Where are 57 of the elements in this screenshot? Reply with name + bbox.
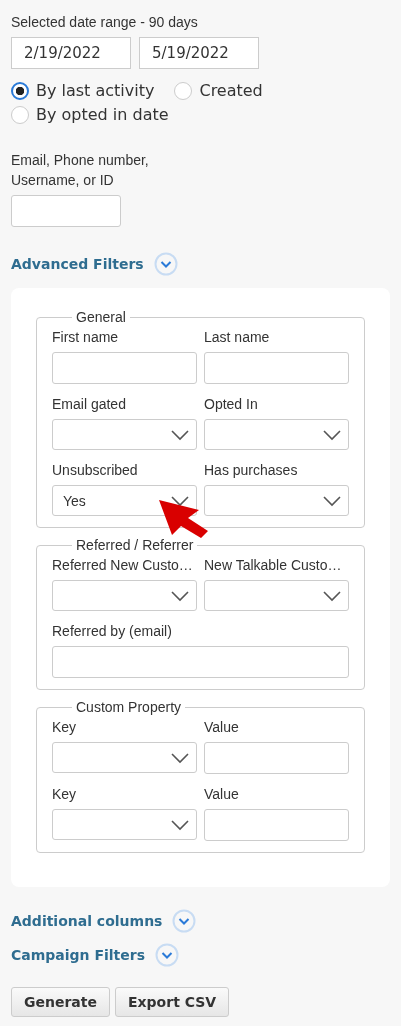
field-label: Referred New Custo… — [52, 556, 194, 575]
group-legend: Custom Property — [72, 698, 186, 716]
dropdown[interactable]: Yes — [52, 485, 197, 516]
text-field[interactable] — [204, 352, 349, 384]
text-field[interactable] — [204, 809, 349, 841]
dropdown[interactable] — [52, 742, 197, 773]
field-label: Value — [204, 718, 240, 737]
field-label: New Talkable Custo… — [204, 556, 343, 575]
action-button[interactable]: Export CSV — [115, 987, 230, 1017]
action-button[interactable]: Generate — [11, 987, 110, 1017]
caret-icon — [322, 429, 342, 441]
radio-icon[interactable] — [11, 106, 29, 124]
dropdown[interactable] — [52, 580, 197, 611]
group-legend: Referred / Referrer — [72, 536, 198, 554]
search-label: Email, Phone number, Username, or ID — [11, 151, 150, 190]
text-field[interactable] — [204, 742, 349, 774]
field-label: Has purchases — [204, 461, 299, 480]
caret-icon — [322, 590, 342, 602]
radio-option[interactable]: Created — [174, 80, 263, 102]
dropdown[interactable] — [204, 419, 349, 450]
field-label: First name — [52, 328, 120, 347]
search-field[interactable] — [11, 195, 121, 227]
field-label: Value — [204, 785, 240, 804]
caret-icon — [170, 819, 190, 831]
caret-icon — [170, 495, 190, 507]
dropdown[interactable] — [204, 580, 349, 611]
radio-option[interactable]: By opted in date — [11, 104, 169, 126]
dropdown[interactable] — [52, 419, 197, 450]
advanced-filters-link[interactable]: Advanced Filters — [11, 256, 144, 272]
radio-icon[interactable] — [174, 82, 193, 100]
dropdown[interactable] — [204, 485, 349, 516]
field-label: Key — [52, 718, 78, 737]
caret-icon — [170, 429, 190, 441]
text-field[interactable] — [52, 352, 197, 384]
field-label: Last name — [204, 328, 271, 347]
date-range-label: Selected date range - 90 days — [11, 13, 199, 32]
field-label: Referred by (email) — [52, 622, 173, 641]
chevron-down-icon[interactable] — [153, 252, 178, 276]
dropdown[interactable] — [52, 809, 197, 840]
text-field[interactable] — [52, 646, 349, 678]
caret-icon — [170, 590, 190, 602]
field-label: Email gated — [52, 395, 127, 414]
caret-icon — [170, 752, 190, 764]
start-date-field[interactable]: 2/19/2022 — [11, 37, 131, 69]
field-label: Opted In — [204, 395, 259, 414]
arrow-annotation — [159, 500, 209, 538]
chevron-down-icon[interactable] — [155, 943, 180, 967]
radio-icon[interactable] — [11, 82, 29, 100]
section-link[interactable]: Additional columns — [11, 913, 163, 929]
end-date-field[interactable]: 5/19/2022 — [139, 37, 259, 69]
radio-option[interactable]: By last activity — [11, 80, 155, 102]
caret-icon — [322, 495, 342, 507]
group-legend: General — [72, 308, 130, 326]
field-label: Unsubscribed — [52, 461, 139, 480]
section-link[interactable]: Campaign Filters — [11, 947, 146, 963]
chevron-down-icon[interactable] — [172, 909, 197, 933]
field-label: Key — [52, 785, 78, 804]
